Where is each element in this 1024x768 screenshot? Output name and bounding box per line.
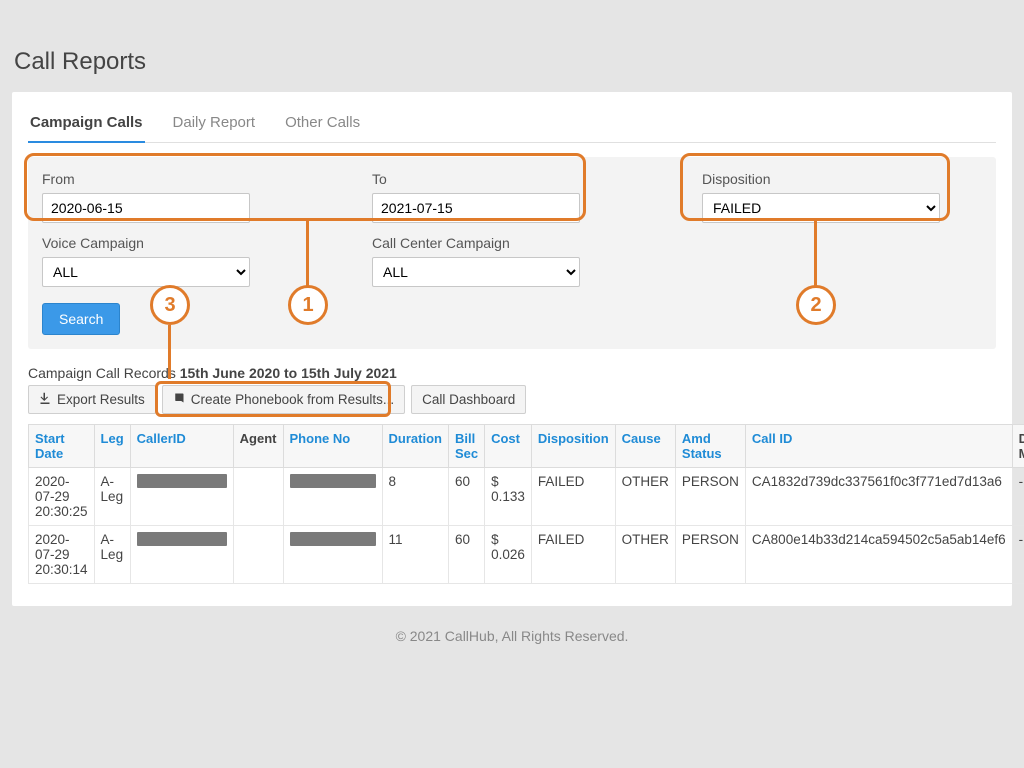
download-icon xyxy=(39,392,51,407)
to-field-group: To xyxy=(372,171,672,223)
from-label: From xyxy=(42,171,372,187)
annotation-circle-3: 3 xyxy=(150,285,190,325)
col-agent: Agent xyxy=(233,425,283,468)
cell-cost: $ 0.133 xyxy=(485,468,532,526)
cell-disposition: FAILED xyxy=(531,468,615,526)
to-input[interactable] xyxy=(372,193,580,223)
cell-agent xyxy=(233,526,283,584)
cell-dialer: - xyxy=(1012,468,1024,526)
book-icon xyxy=(173,392,185,407)
col-caller-id[interactable]: CallerID xyxy=(130,425,233,468)
cell-bill-sec: 60 xyxy=(448,526,484,584)
cell-disposition: FAILED xyxy=(531,526,615,584)
export-results-label: Export Results xyxy=(57,392,145,407)
cell-duration: 8 xyxy=(382,468,448,526)
cell-call-id: CA800e14b33d214ca594502c5a5ab14ef6 xyxy=(745,526,1012,584)
disposition-select[interactable]: FAILED xyxy=(702,193,940,223)
annotation-circle-1: 1 xyxy=(288,285,328,325)
export-results-button[interactable]: Export Results xyxy=(28,385,156,414)
cell-agent xyxy=(233,468,283,526)
disposition-label: Disposition xyxy=(702,171,962,187)
call-center-campaign-select[interactable]: ALL xyxy=(372,257,580,287)
col-duration[interactable]: Duration xyxy=(382,425,448,468)
cell-cause: OTHER xyxy=(615,526,675,584)
col-cost[interactable]: Cost xyxy=(485,425,532,468)
voice-campaign-label: Voice Campaign xyxy=(42,235,372,251)
cell-leg: A-Leg xyxy=(94,526,130,584)
disposition-field-group: Disposition FAILED xyxy=(702,171,962,223)
voice-campaign-select[interactable]: ALL xyxy=(42,257,250,287)
tab-other-calls[interactable]: Other Calls xyxy=(283,104,362,142)
cell-caller-id xyxy=(130,526,233,584)
call-center-campaign-label: Call Center Campaign xyxy=(372,235,672,251)
cell-call-id: CA1832d739dc337561f0c3f771ed7d13a6 xyxy=(745,468,1012,526)
col-dialer-mode: Dialer Mode xyxy=(1012,425,1024,468)
cell-bill-sec: 60 xyxy=(448,468,484,526)
col-leg[interactable]: Leg xyxy=(94,425,130,468)
cell-amd: PERSON xyxy=(675,526,745,584)
col-phone-no[interactable]: Phone No xyxy=(283,425,382,468)
records-toolbar: Export Results Create Phonebook from Res… xyxy=(28,385,996,414)
cell-dialer: - xyxy=(1012,526,1024,584)
table-header-row: Start Date Leg CallerID Agent Phone No D… xyxy=(29,425,1024,468)
voice-campaign-group: Voice Campaign ALL xyxy=(42,235,372,287)
call-dashboard-label: Call Dashboard xyxy=(422,392,515,407)
create-phonebook-label: Create Phonebook from Results... xyxy=(191,392,394,407)
annotation-circle-2: 2 xyxy=(796,285,836,325)
col-bill-sec[interactable]: Bill Sec xyxy=(448,425,484,468)
call-center-campaign-group: Call Center Campaign ALL xyxy=(372,235,672,287)
cell-leg: A-Leg xyxy=(94,468,130,526)
cell-cause: OTHER xyxy=(615,468,675,526)
cell-caller-id xyxy=(130,468,233,526)
cell-phone-no xyxy=(283,468,382,526)
page-title: Call Reports xyxy=(14,48,1024,76)
records-header-prefix: Campaign Call Records xyxy=(28,365,180,381)
table-row: 2020-07-29 20:30:25A-Leg 860$ 0.133FAILED… xyxy=(29,468,1024,526)
cell-start-date: 2020-07-29 20:30:14 xyxy=(29,526,95,584)
tab-daily-report[interactable]: Daily Report xyxy=(171,104,258,142)
create-phonebook-button[interactable]: Create Phonebook from Results... xyxy=(162,385,405,414)
call-dashboard-button[interactable]: Call Dashboard xyxy=(411,385,526,414)
records-header: Campaign Call Records 15th June 2020 to … xyxy=(28,365,996,381)
cell-start-date: 2020-07-29 20:30:25 xyxy=(29,468,95,526)
footer-text: © 2021 CallHub, All Rights Reserved. xyxy=(0,606,1024,666)
col-call-id[interactable]: Call ID xyxy=(745,425,1012,468)
tab-campaign-calls[interactable]: Campaign Calls xyxy=(28,104,145,143)
cell-phone-no xyxy=(283,526,382,584)
cell-cost: $ 0.026 xyxy=(485,526,532,584)
col-cause[interactable]: Cause xyxy=(615,425,675,468)
filter-area: From To Disposition FAILED xyxy=(28,157,996,349)
cell-amd: PERSON xyxy=(675,468,745,526)
cell-duration: 11 xyxy=(382,526,448,584)
main-panel: Campaign Calls Daily Report Other Calls … xyxy=(12,92,1012,606)
to-label: To xyxy=(372,171,672,187)
table-row: 2020-07-29 20:30:14A-Leg 1160$ 0.026FAILE… xyxy=(29,526,1024,584)
from-input[interactable] xyxy=(42,193,250,223)
search-button[interactable]: Search xyxy=(42,303,120,335)
col-start-date[interactable]: Start Date xyxy=(29,425,95,468)
records-header-range: 15th June 2020 to 15th July 2021 xyxy=(180,365,397,381)
from-field-group: From xyxy=(42,171,372,223)
col-amd[interactable]: Amd Status xyxy=(675,425,745,468)
col-disposition[interactable]: Disposition xyxy=(531,425,615,468)
tabs: Campaign Calls Daily Report Other Calls xyxy=(28,104,996,143)
results-table: Start Date Leg CallerID Agent Phone No D… xyxy=(28,424,1024,584)
